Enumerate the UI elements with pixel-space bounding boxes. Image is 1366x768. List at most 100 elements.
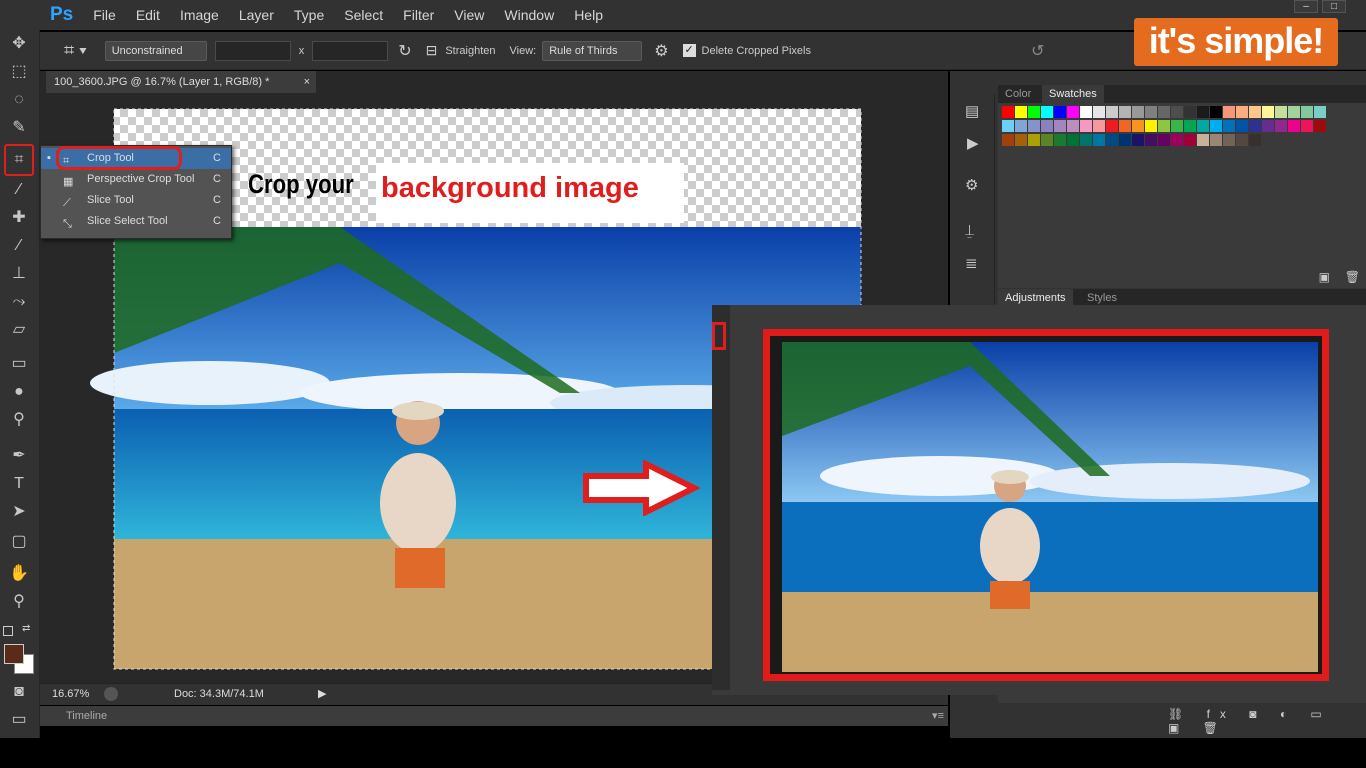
swatch[interactable] [1028,134,1040,146]
healing-tool-icon[interactable]: ✚ [6,206,32,230]
swatch[interactable] [1301,120,1313,132]
tab-color[interactable]: Color [998,85,1038,103]
zoom-tool-icon[interactable]: ⚲ [6,590,32,614]
swatch[interactable] [1145,134,1157,146]
new-swatch-icon[interactable]: ▣ [1319,270,1330,284]
swatch[interactable] [1275,120,1287,132]
marquee-tool-icon[interactable]: ⬚ [6,60,32,84]
type-tool-icon[interactable]: T [6,472,32,496]
quick-mask-icon[interactable]: ◙ [6,680,32,704]
swatch[interactable] [1041,134,1053,146]
history-panel-icon[interactable]: ▤ [965,102,979,120]
properties-panel-icon[interactable]: ⚙ [965,176,978,194]
swatch[interactable] [1041,106,1053,118]
swatch[interactable] [1158,106,1170,118]
swatch[interactable] [1236,134,1248,146]
height-field[interactable] [312,40,389,61]
swatch[interactable] [1002,120,1014,132]
tab-swatches[interactable]: Swatches [1042,85,1104,103]
flyout-item-slice-select[interactable]: ⤡ Slice Select Tool C [41,211,231,232]
lasso-tool-icon[interactable]: ◌ [6,88,32,112]
swatch[interactable] [1106,106,1118,118]
swatch[interactable] [1249,106,1261,118]
swatch[interactable] [1184,134,1196,146]
swatch[interactable] [1119,106,1131,118]
swatch[interactable] [1314,120,1326,132]
maximize-button[interactable]: □ [1322,0,1346,13]
history-brush-icon[interactable]: ⤳ [6,290,32,314]
hand-tool-icon[interactable]: ✋ [6,562,32,586]
swatch[interactable] [1210,120,1222,132]
swatch[interactable] [1054,120,1066,132]
delete-cropped-checkbox[interactable]: ✓ [682,44,696,57]
crop-tool-icon[interactable]: ⌗ [4,144,34,176]
swatch[interactable] [1080,106,1092,118]
swatch[interactable] [1184,106,1196,118]
timeline-tab[interactable]: Timeline [66,710,107,722]
swatch[interactable] [1223,106,1235,118]
width-field[interactable] [214,40,291,61]
swatch[interactable] [1223,120,1235,132]
swatch[interactable] [1002,134,1014,146]
swatch[interactable] [1158,120,1170,132]
path-select-icon[interactable]: ➤ [6,500,32,524]
menu-image[interactable]: Image [180,7,219,23]
swatch[interactable] [1184,120,1196,132]
swatch[interactable] [1262,106,1274,118]
swatch[interactable] [1106,120,1118,132]
swatch[interactable] [1197,106,1209,118]
move-tool-icon[interactable]: ✥ [6,32,32,56]
swatch[interactable] [1015,106,1027,118]
status-menu-arrow[interactable]: ▶ [318,687,326,700]
actions-panel-icon[interactable]: ▶ [967,134,979,152]
timeline-panel[interactable]: Timeline ▾≡ [40,706,948,726]
swatch[interactable] [1197,134,1209,146]
swatch[interactable] [1093,120,1105,132]
close-tab-icon[interactable]: × [304,71,310,93]
swatch[interactable] [1080,120,1092,132]
flyout-item-perspective-crop[interactable]: ▦ Perspective Crop Tool C [41,169,231,190]
screen-mode-icon[interactable]: ▭ [6,708,32,732]
swatch[interactable] [1093,134,1105,146]
swatch[interactable] [1080,134,1092,146]
swatch[interactable] [1041,120,1053,132]
menu-filter[interactable]: Filter [403,7,434,23]
swatch[interactable] [1093,106,1105,118]
swatch[interactable] [1015,134,1027,146]
swatch[interactable] [1171,120,1183,132]
swatch[interactable] [1249,120,1261,132]
ratio-dropdown[interactable]: Unconstrained [104,40,207,61]
swatch[interactable] [1028,106,1040,118]
flyout-item-slice[interactable]: ⟋ Slice Tool C [41,190,231,211]
swatch[interactable] [1067,134,1079,146]
menu-type[interactable]: Type [294,7,324,23]
crop-preset-icon[interactable]: ⌗ ▾ [64,40,87,61]
swatch[interactable] [1171,134,1183,146]
swatch-cells[interactable] [998,103,1366,288]
swatch[interactable] [1249,134,1261,146]
swatch[interactable] [1236,106,1248,118]
swatch[interactable] [1145,120,1157,132]
eyedropper-tool-icon[interactable]: ⁄ [6,178,32,202]
swatch[interactable] [1119,134,1131,146]
swatch[interactable] [1288,106,1300,118]
brush-presets-icon[interactable]: ⍊ [965,222,974,239]
swatch[interactable] [1262,120,1274,132]
default-colors-icon[interactable] [3,626,13,636]
swatch[interactable] [1054,106,1066,118]
layers-footer-icons[interactable]: ⛓ fx ◙ ◐ ▭ ▣ 🗑 [1168,707,1366,735]
swatch[interactable] [1132,120,1144,132]
swatch[interactable] [1145,106,1157,118]
straighten-label[interactable]: Straighten [445,45,495,57]
stamp-tool-icon[interactable]: ⊥ [6,262,32,286]
gear-icon[interactable]: ⚙ [654,41,668,61]
swatch[interactable] [1275,106,1287,118]
swatch[interactable] [1158,134,1170,146]
menu-select[interactable]: Select [344,7,383,23]
menu-file[interactable]: File [93,7,116,23]
swatch[interactable] [1288,120,1300,132]
swatch[interactable] [1197,120,1209,132]
menu-help[interactable]: Help [574,7,603,23]
menu-edit[interactable]: Edit [136,7,160,23]
swatch[interactable] [1028,120,1040,132]
